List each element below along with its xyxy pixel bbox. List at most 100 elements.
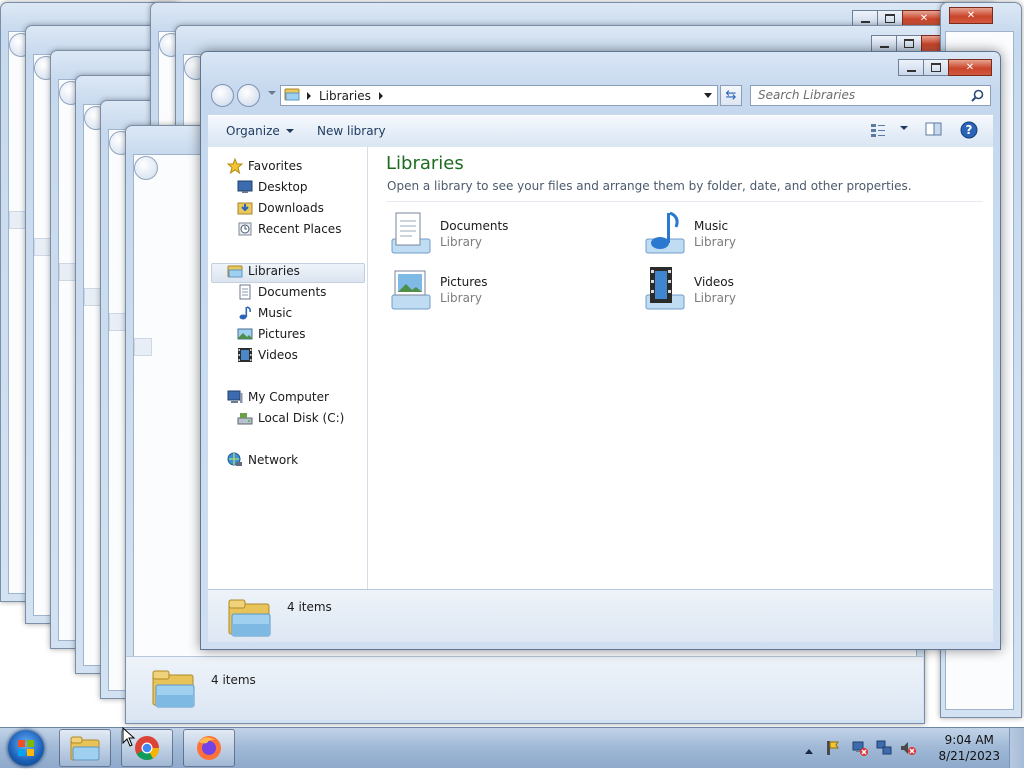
- nav-downloads-label: Downloads: [258, 201, 324, 215]
- videos-icon: [237, 347, 253, 363]
- library-pictures[interactable]: Pictures Library: [386, 265, 626, 315]
- nav-desktop-label: Desktop: [258, 180, 308, 194]
- page-subtitle: Open a library to see your files and arr…: [387, 179, 912, 193]
- library-documents[interactable]: Documents Library: [386, 209, 626, 259]
- navigation-pane: Favorites Desktop Downloads Recent Place…: [208, 147, 368, 589]
- clock[interactable]: 9:04 AM 8/21/2023: [938, 732, 1000, 764]
- nav-network[interactable]: Network: [227, 450, 298, 470]
- new-library-button[interactable]: New library: [317, 124, 386, 138]
- libraries-pane: Libraries Open a library to see your fil…: [368, 147, 993, 589]
- start-button[interactable]: [8, 730, 44, 766]
- pictures-library-icon: [386, 265, 436, 313]
- libraries-icon: [227, 263, 243, 279]
- nav-documents[interactable]: Documents: [237, 282, 326, 302]
- minimize-button[interactable]: [898, 59, 924, 76]
- content-area: Favorites Desktop Downloads Recent Place…: [208, 147, 993, 589]
- maximize-button[interactable]: [896, 35, 922, 52]
- libraries-icon: [284, 86, 300, 105]
- taskbar: 9:04 AM 8/21/2023: [0, 727, 1024, 768]
- library-type: Library: [440, 235, 482, 249]
- library-name: Pictures: [440, 275, 488, 289]
- breadcrumb-separator[interactable]: [378, 91, 383, 100]
- organize-button[interactable]: Organize: [226, 124, 294, 138]
- windows-logo-icon: [18, 740, 34, 756]
- explorer-window: ✕ Libraries ⇆ Search Libraries Organize …: [200, 51, 1001, 650]
- nav-desktop[interactable]: Desktop: [237, 177, 308, 197]
- taskbar-explorer-button[interactable]: [59, 729, 111, 767]
- forward-button[interactable]: [237, 84, 260, 107]
- folder-icon: [226, 594, 274, 643]
- nav-libraries[interactable]: Libraries: [227, 261, 300, 281]
- system-tray: 9:04 AM 8/21/2023: [804, 728, 1024, 768]
- explorer-icon: [70, 736, 100, 761]
- address-bar[interactable]: Libraries: [280, 85, 718, 106]
- action-center-icon[interactable]: [824, 740, 840, 759]
- documents-library-icon: [386, 209, 436, 257]
- recent-places-icon: [237, 221, 253, 237]
- folder-icon: [150, 665, 198, 714]
- breadcrumb-separator[interactable]: [307, 91, 311, 100]
- close-button[interactable]: ✕: [948, 59, 992, 76]
- videos-library-icon: [640, 265, 690, 313]
- library-type: Library: [694, 291, 736, 305]
- refresh-icon[interactable]: ⇆: [720, 85, 742, 106]
- music-library-icon: [640, 209, 690, 257]
- details-pane: 4 items: [208, 589, 993, 642]
- documents-icon: [237, 284, 253, 300]
- network-connection-icon[interactable]: [876, 740, 892, 759]
- nav-favorites[interactable]: Favorites: [226, 156, 303, 176]
- page-title: Libraries: [386, 153, 464, 174]
- nav-pictures[interactable]: Pictures: [237, 324, 306, 344]
- organize-label: Organize: [226, 124, 280, 138]
- downloads-icon: [237, 200, 253, 216]
- pictures-icon: [237, 326, 253, 342]
- close-button[interactable]: ✕: [949, 7, 993, 24]
- address-dropdown[interactable]: [704, 93, 712, 98]
- nav-documents-label: Documents: [258, 285, 327, 299]
- nav-libraries-label: Libraries: [248, 264, 300, 278]
- minimize-button[interactable]: [871, 35, 897, 52]
- nav-my-computer-label: My Computer: [248, 390, 329, 404]
- change-view-button[interactable]: [870, 122, 888, 141]
- recent-pages-dropdown[interactable]: [268, 91, 276, 95]
- library-music[interactable]: Music Library: [640, 209, 880, 259]
- desktop-icon: [237, 179, 253, 195]
- nav-my-computer[interactable]: My Computer: [227, 387, 329, 407]
- nav-music[interactable]: Music: [237, 303, 292, 323]
- breadcrumb-libraries[interactable]: Libraries: [319, 89, 371, 103]
- maximize-button[interactable]: [923, 59, 949, 76]
- library-videos[interactable]: Videos Library: [640, 265, 880, 315]
- star-icon: [226, 157, 244, 175]
- help-icon[interactable]: ?: [960, 121, 978, 142]
- volume-muted-icon[interactable]: [900, 740, 916, 759]
- show-hidden-icons-button[interactable]: [804, 744, 814, 758]
- nav-videos[interactable]: Videos: [237, 345, 298, 365]
- back-button[interactable]: [211, 84, 234, 107]
- nav-music-label: Music: [258, 306, 293, 320]
- library-type: Library: [694, 235, 736, 249]
- nav-recent-places-label: Recent Places: [258, 222, 342, 236]
- show-desktop-button[interactable]: [1009, 728, 1024, 768]
- taskbar-firefox-button[interactable]: [183, 729, 235, 767]
- computer-icon: [227, 389, 243, 405]
- nav-videos-label: Videos: [258, 348, 298, 362]
- chrome-icon: [135, 736, 159, 761]
- nav-pictures-label: Pictures: [258, 327, 306, 341]
- item-count: 4 items: [287, 600, 332, 614]
- nav-recent-places[interactable]: Recent Places: [237, 219, 341, 239]
- svg-text:?: ?: [966, 123, 973, 137]
- search-icon[interactable]: [971, 89, 984, 108]
- preview-pane-icon[interactable]: [925, 121, 943, 140]
- search-input[interactable]: Search Libraries: [750, 85, 991, 106]
- nav-favorites-label: Favorites: [248, 159, 303, 173]
- network-disconnected-icon[interactable]: [852, 740, 868, 759]
- nav-downloads[interactable]: Downloads: [237, 198, 324, 218]
- library-name: Music: [694, 219, 729, 233]
- library-name: Documents: [440, 219, 509, 233]
- network-icon: [227, 452, 243, 468]
- library-name: Videos: [694, 275, 734, 289]
- view-options-dropdown[interactable]: [894, 121, 908, 135]
- address-row: Libraries ⇆ Search Libraries: [208, 82, 993, 114]
- nav-local-disk[interactable]: Local Disk (C:): [237, 408, 344, 428]
- nav-local-disk-label: Local Disk (C:): [258, 411, 345, 425]
